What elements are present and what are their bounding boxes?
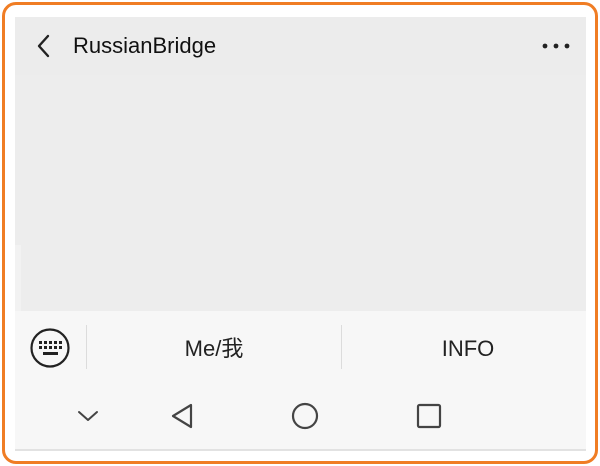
hide-keyboard-button[interactable]: [71, 399, 105, 433]
more-options-button[interactable]: [536, 31, 576, 61]
more-horizontal-icon: [542, 43, 570, 49]
content-edge: [15, 245, 21, 311]
keyboard-icon: [30, 328, 70, 368]
system-home-button[interactable]: [288, 399, 322, 433]
phone-screen: RussianBridge Me/我 INFO: [15, 17, 586, 451]
home-circle-icon: [291, 402, 319, 430]
system-nav-bar: [15, 387, 586, 445]
system-back-button[interactable]: [165, 399, 199, 433]
nav-bottom-divider: [15, 449, 586, 451]
back-button[interactable]: [29, 31, 59, 61]
chat-content-area: [15, 75, 586, 311]
bottom-menu-bar: Me/我 INFO: [15, 311, 586, 387]
chevron-left-icon: [37, 34, 50, 58]
recents-square-icon: [416, 403, 442, 429]
top-bar: RussianBridge: [15, 17, 586, 75]
page-title: RussianBridge: [73, 33, 217, 58]
system-recents-button[interactable]: [412, 399, 446, 433]
menu-item-info[interactable]: INFO: [342, 311, 586, 387]
device-frame: RussianBridge Me/我 INFO: [2, 2, 598, 464]
chevron-down-icon: [78, 411, 98, 421]
back-triangle-icon: [171, 403, 193, 429]
menu-item-me[interactable]: Me/我: [87, 311, 341, 387]
keyboard-toggle-button[interactable]: [29, 327, 71, 369]
